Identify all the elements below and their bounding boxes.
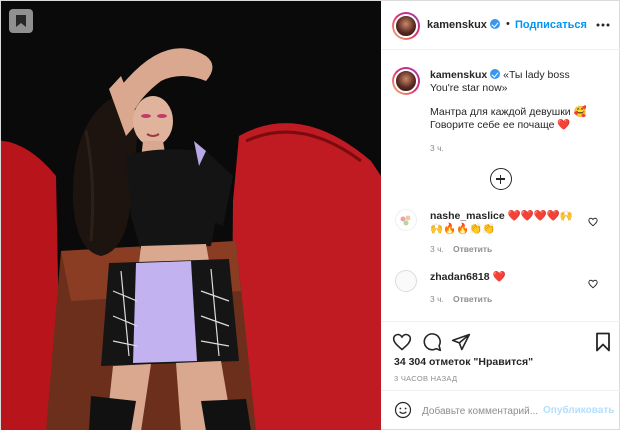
photo-illustration — [1, 1, 381, 430]
bookmark-icon[interactable] — [595, 332, 611, 357]
caption-avatar[interactable] — [392, 67, 420, 95]
reply-button[interactable]: Ответить — [453, 244, 492, 254]
comment-time: 3 ч. — [430, 244, 444, 254]
post-timestamp: 3 ЧАСОВ НАЗАД — [394, 374, 458, 383]
caption-line-2: You're star now» — [430, 82, 508, 94]
instagram-post: kamenskux • Подписаться kamenskux «Ты la… — [0, 0, 620, 430]
comment-like-heart-icon[interactable] — [588, 214, 598, 232]
comment-text: ❤️ — [492, 271, 506, 283]
follow-button[interactable]: Подписаться — [515, 19, 587, 31]
comment-like-heart-icon[interactable] — [588, 276, 598, 294]
comment-line: zhadan6818 ❤️ — [430, 271, 506, 284]
post-details-panel: kamenskux • Подписаться kamenskux «Ты la… — [382, 1, 620, 429]
share-paper-plane-icon[interactable] — [451, 332, 471, 357]
caption-username[interactable]: kamenskux — [430, 69, 487, 81]
comment-time: 3 ч. — [430, 294, 444, 304]
load-more-comments-button[interactable] — [490, 168, 512, 190]
comment-text-line-2: 🙌🔥🔥👏👏 — [430, 223, 496, 235]
add-comment-bar: Опубликовать — [382, 390, 620, 429]
comment-text: ❤️❤️❤️❤️🙌 — [507, 210, 574, 222]
post-actions: 34 304 отметок "Нравится" 3 ЧАСОВ НАЗАД — [382, 321, 620, 389]
commenter-avatar[interactable] — [395, 209, 417, 231]
author-username-text: kamenskux — [427, 19, 487, 31]
comments-section[interactable]: kamenskux «Ты lady boss You're star now»… — [382, 51, 620, 320]
commenter-avatar[interactable] — [395, 270, 417, 292]
publish-button[interactable]: Опубликовать — [543, 405, 614, 416]
comment-bubble-icon[interactable] — [422, 332, 442, 357]
author-avatar[interactable] — [392, 12, 420, 40]
caption-time: 3 ч. — [430, 143, 444, 153]
comment-line: nashe_maslice ❤️❤️❤️❤️🙌 — [430, 210, 573, 223]
like-heart-icon[interactable] — [392, 332, 412, 357]
comment-username[interactable]: nashe_maslice — [430, 210, 505, 222]
post-header: kamenskux • Подписаться — [382, 1, 620, 50]
author-username[interactable]: kamenskux — [427, 19, 500, 31]
caption-line-3: Мантра для каждой девушки 🥰 — [430, 106, 587, 118]
reply-button[interactable]: Ответить — [453, 294, 492, 304]
caption-line-4: Говорите себе ее почаще ❤️ — [430, 119, 571, 131]
comment-input[interactable] — [422, 402, 542, 420]
caption-line-1: kamenskux «Ты lady boss — [430, 69, 570, 82]
separator-dot: • — [506, 18, 510, 30]
more-horizontal-icon[interactable] — [596, 14, 610, 30]
post-photo[interactable] — [1, 1, 381, 430]
likes-count[interactable]: 34 304 отметок "Нравится" — [394, 356, 533, 368]
caption-text-1: «Ты lady boss — [503, 69, 570, 81]
save-icon[interactable] — [9, 9, 33, 33]
comment-username[interactable]: zhadan6818 — [430, 271, 490, 283]
verified-badge-icon — [490, 69, 501, 79]
emoji-smiley-icon[interactable] — [394, 401, 412, 424]
verified-badge-icon — [489, 19, 500, 29]
